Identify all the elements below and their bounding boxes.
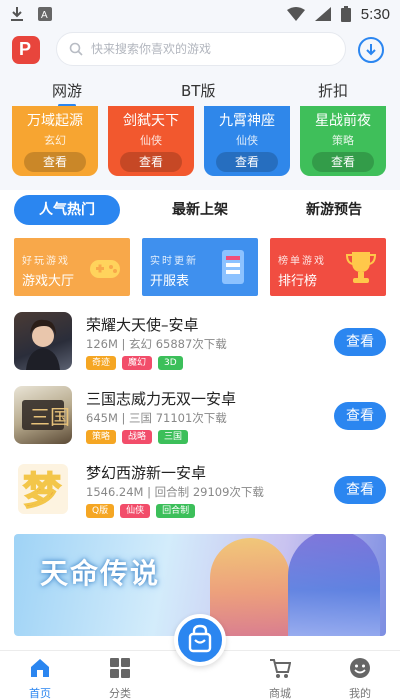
top-tabs: 网游 BT版 折扣	[0, 76, 400, 107]
game-tag: 魔幻	[122, 356, 153, 370]
game-meta: 645M | 三国 71101次下载	[86, 411, 227, 425]
header	[0, 28, 400, 76]
category-card[interactable]: 剑弑天下 仙侠 查看	[108, 106, 194, 176]
app-logo	[12, 36, 40, 64]
svg-text:A: A	[41, 10, 48, 21]
game-tag: 策略	[86, 430, 117, 444]
search-input[interactable]	[91, 42, 321, 56]
home-icon	[31, 659, 49, 677]
user-icon	[350, 658, 370, 678]
nav-home[interactable]: 首页	[10, 657, 70, 700]
banner-subtitle: 实时更新	[150, 256, 198, 267]
tab-popular[interactable]: 人气热门	[14, 195, 120, 225]
tab-discount[interactable]: 折扣	[318, 80, 348, 101]
nav-profile[interactable]: 我的	[330, 657, 390, 700]
banner-title: 排行榜	[278, 274, 318, 289]
download-status-icon	[11, 7, 23, 21]
svg-text:梦: 梦	[23, 468, 61, 513]
category-card[interactable]: 星战前夜 策略 查看	[300, 106, 386, 176]
game-icon: 三国	[14, 386, 72, 444]
battery-icon	[340, 6, 351, 22]
section-tabs: 人气热门 最新上架 新游预告	[0, 192, 400, 228]
tab-bt-version[interactable]: BT版	[181, 80, 215, 101]
game-meta: 1546.24M | 回合制 29109次下载	[86, 485, 264, 499]
featured-banner-title: 天命传说	[40, 557, 161, 590]
trophy-icon	[345, 252, 377, 283]
game-hall-banner[interactable]: 好玩游戏 游戏大厅	[14, 238, 130, 296]
game-tags: 奇迹 魔幻 3D	[86, 356, 183, 370]
game-tag: 奇迹	[86, 356, 117, 370]
search-icon	[69, 42, 83, 56]
banner-subtitle: 好玩游戏	[22, 256, 70, 267]
feature-banners: 好玩游戏 游戏大厅 实时更新 开服表 榜单游戏 排行榜	[0, 238, 400, 296]
status-time: 5:30	[360, 5, 390, 23]
game-list-item[interactable]: 梦 梦幻西游新一安卓 1546.24M | 回合制 29109次下载 Q版 仙侠…	[0, 460, 400, 534]
cart-icon	[270, 659, 292, 678]
category-title: 九霄神座	[219, 113, 275, 129]
game-icon: 梦	[14, 460, 72, 518]
category-view-button[interactable]: 查看	[312, 152, 374, 172]
category-title: 剑弑天下	[123, 113, 179, 129]
category-subtitle: 仙侠	[140, 134, 162, 147]
game-tag: 3D	[158, 356, 183, 370]
banner-character-image	[210, 538, 290, 636]
phone-list-icon	[222, 250, 244, 284]
wifi-icon	[286, 7, 305, 21]
tab-online-games[interactable]: 网游	[52, 80, 82, 107]
view-button[interactable]: 查看	[334, 402, 386, 430]
category-card[interactable]: 九霄神座 仙侠 查看	[204, 106, 290, 176]
signal-icon	[314, 7, 331, 21]
category-view-button[interactable]: 查看	[216, 152, 278, 172]
download-icon	[366, 44, 376, 56]
server-list-banner[interactable]: 实时更新 开服表	[142, 238, 258, 296]
banner-subtitle: 榜单游戏	[278, 256, 326, 267]
nav-label: 商城	[269, 687, 291, 700]
nav-label: 首页	[29, 687, 51, 700]
category-subtitle: 策略	[332, 134, 354, 147]
gamepad-icon	[90, 260, 120, 278]
game-list-item[interactable]: 三国 三国志威力无双一安卓 645M | 三国 71101次下载 策略 战略 三…	[0, 386, 400, 460]
category-title: 星战前夜	[315, 113, 371, 129]
grid-icon	[110, 658, 130, 678]
banner-title: 游戏大厅	[22, 274, 75, 289]
ranking-banner[interactable]: 榜单游戏 排行榜	[270, 238, 386, 296]
game-tags: Q版 仙侠 回合制	[86, 504, 196, 518]
banner-title: 开服表	[150, 274, 190, 289]
status-bar: A 5:30	[0, 0, 400, 28]
category-subtitle: 仙侠	[236, 134, 258, 147]
category-title: 万域起源	[27, 113, 83, 129]
nav-label: 我的	[349, 687, 371, 700]
category-cards: 万域起源 玄幻 查看 剑弑天下 仙侠 查看 九霄神座 仙侠 查看 星战前夜 策略…	[0, 106, 400, 190]
nav-category[interactable]: 分类	[90, 657, 150, 700]
shopping-bag-icon	[188, 624, 212, 653]
game-title: 三国志威力无双一安卓	[86, 390, 237, 408]
tab-upcoming[interactable]: 新游预告	[284, 195, 384, 225]
category-view-button[interactable]: 查看	[120, 152, 182, 172]
view-button[interactable]: 查看	[334, 328, 386, 356]
category-card[interactable]: 万域起源 玄幻 查看	[12, 106, 98, 176]
banner-character-image	[288, 534, 380, 636]
nav-label: 分类	[109, 687, 131, 700]
game-icon	[14, 312, 72, 370]
game-tags: 策略 战略 三国	[86, 430, 189, 444]
game-tag: Q版	[86, 504, 115, 518]
game-tag: 战略	[122, 430, 153, 444]
app-notification-icon: A	[38, 7, 52, 21]
center-shop-button[interactable]	[174, 614, 226, 666]
game-tag: 仙侠	[120, 504, 151, 518]
view-button[interactable]: 查看	[334, 476, 386, 504]
game-title: 梦幻西游新一安卓	[86, 464, 207, 482]
game-title: 荣耀大天使–安卓	[86, 316, 199, 334]
download-button[interactable]	[358, 37, 384, 63]
game-meta: 126M | 玄幻 65887次下载	[86, 337, 227, 351]
game-tag: 三国	[158, 430, 189, 444]
category-view-button[interactable]: 查看	[24, 152, 86, 172]
svg-text:三国: 三国	[30, 405, 70, 429]
game-tag: 回合制	[156, 504, 196, 518]
nav-store[interactable]: 商城	[250, 657, 310, 700]
category-subtitle: 玄幻	[44, 134, 66, 147]
tab-new-releases[interactable]: 最新上架	[150, 195, 250, 225]
game-list-item[interactable]: 荣耀大天使–安卓 126M | 玄幻 65887次下载 奇迹 魔幻 3D 查看	[0, 312, 400, 386]
search-bar[interactable]	[56, 32, 346, 66]
